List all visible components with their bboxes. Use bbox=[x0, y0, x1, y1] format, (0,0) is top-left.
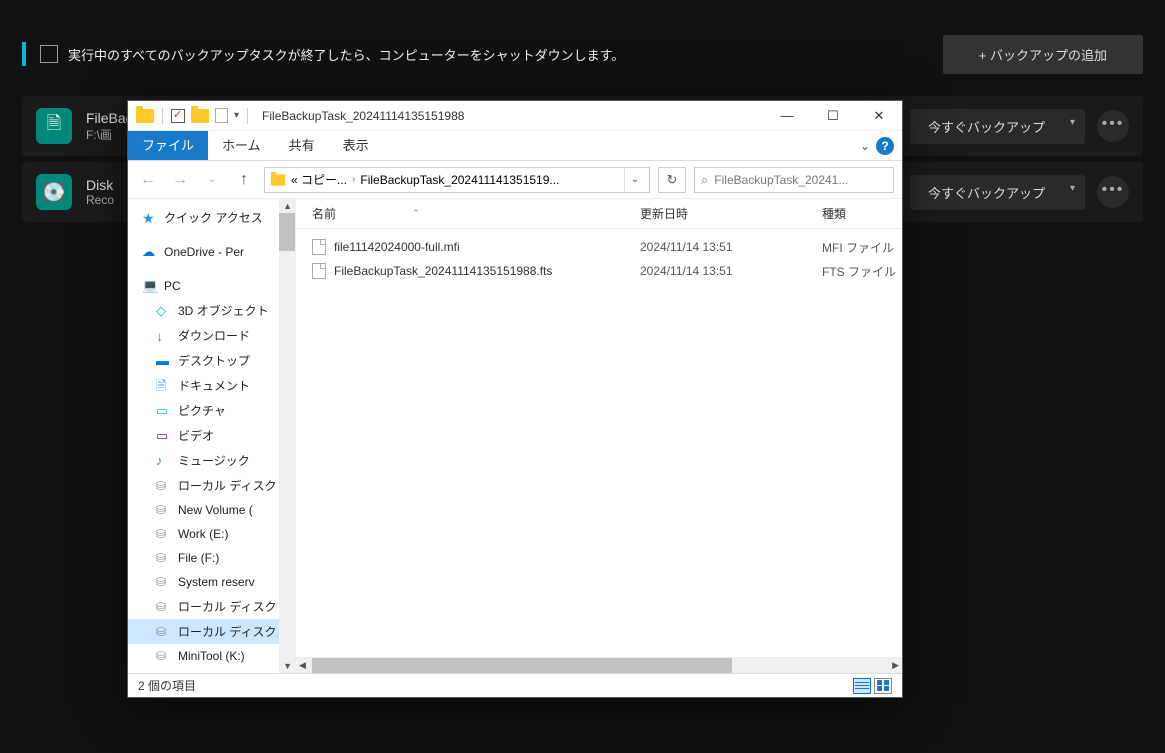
ribbon-tabs: ファイル ホーム 共有 表示 ⌄ ? bbox=[128, 131, 902, 161]
tab-file[interactable]: ファイル bbox=[128, 131, 208, 160]
sidebar-item-pictures[interactable]: ▭ピクチャ bbox=[128, 398, 295, 423]
file-list[interactable]: file11142024000-full.mfi 2024/11/14 13:5… bbox=[296, 229, 902, 657]
accent-bar bbox=[22, 42, 26, 66]
shutdown-label: 実行中のすべてのバックアップタスクが終了したら、コンピューターをシャットダウンし… bbox=[68, 45, 943, 64]
file-row[interactable]: FileBackupTask_20241114135151988.fts 202… bbox=[296, 259, 902, 283]
file-date: 2024/11/14 13:51 bbox=[640, 240, 822, 254]
sidebar-item-disk[interactable]: ⛁Work (E:) bbox=[128, 522, 295, 546]
sidebar-item-disk[interactable]: ⛁ローカル ディスク bbox=[128, 473, 295, 498]
scrollbar-thumb[interactable] bbox=[312, 658, 732, 673]
checkbox-qat-icon[interactable] bbox=[171, 109, 185, 123]
sidebar-item-disk[interactable]: ⛁MiniTool (K:) bbox=[128, 644, 295, 668]
backup-now-button[interactable]: 今すぐバックアップ bbox=[910, 175, 1085, 210]
backup-now-button[interactable]: 今すぐバックアップ bbox=[910, 109, 1085, 144]
file-icon bbox=[312, 239, 326, 255]
sort-indicator-icon: ⌃ bbox=[412, 208, 420, 219]
nav-recent-button[interactable]: ⌄ bbox=[200, 168, 224, 192]
file-icon bbox=[312, 263, 326, 279]
titlebar[interactable]: ▾ FileBackupTask_20241114135151988 — ☐ ✕ bbox=[128, 101, 902, 131]
view-details-button[interactable] bbox=[853, 678, 871, 694]
sidebar-item-documents[interactable]: 🗎ドキュメント bbox=[128, 373, 295, 398]
address-bar-row: ← → ⌄ ↑ « コピー... › FileBackupTask_202411… bbox=[128, 161, 902, 199]
tab-share[interactable]: 共有 bbox=[275, 131, 329, 160]
task-more-button[interactable]: ••• bbox=[1097, 176, 1129, 208]
file-row[interactable]: file11142024000-full.mfi 2024/11/14 13:5… bbox=[296, 235, 902, 259]
nav-up-button[interactable]: ↑ bbox=[232, 168, 256, 192]
window-title: FileBackupTask_20241114135151988 bbox=[258, 109, 764, 123]
status-item-count: 2 個の項目 bbox=[138, 677, 196, 694]
scroll-down-icon[interactable]: ▼ bbox=[283, 661, 292, 671]
add-backup-button[interactable]: + バックアップの追加 bbox=[943, 35, 1143, 74]
explorer-window: ▾ FileBackupTask_20241114135151988 — ☐ ✕… bbox=[127, 100, 903, 698]
sidebar-scrollbar[interactable]: ▲ ▼ bbox=[279, 199, 295, 673]
shutdown-checkbox[interactable] bbox=[40, 45, 58, 63]
sidebar-item-disk[interactable]: ⛁File (F:) bbox=[128, 546, 295, 570]
address-dropdown-icon[interactable]: ⌄ bbox=[624, 168, 645, 192]
separator bbox=[247, 108, 248, 124]
horizontal-scrollbar[interactable]: ◀ ▶ bbox=[296, 657, 902, 673]
sidebar-item-disk[interactable]: ⛁System reserv bbox=[128, 570, 295, 594]
column-header-type[interactable]: 種類 bbox=[822, 205, 902, 222]
task-icon: 💽 bbox=[36, 174, 72, 210]
view-icons-button[interactable] bbox=[874, 678, 892, 694]
nav-back-button[interactable]: ← bbox=[136, 168, 160, 192]
separator bbox=[162, 108, 163, 124]
file-date: 2024/11/14 13:51 bbox=[640, 264, 822, 278]
sidebar-item-quick-access[interactable]: ★クイック アクセス bbox=[128, 205, 295, 230]
sidebar-item-pc[interactable]: 💻PC bbox=[128, 274, 295, 298]
search-placeholder: FileBackupTask_20241... bbox=[714, 173, 848, 187]
maximize-button[interactable]: ☐ bbox=[810, 101, 856, 131]
folder-icon bbox=[136, 109, 154, 123]
file-name: FileBackupTask_20241114135151988.fts bbox=[334, 264, 552, 278]
task-more-button[interactable]: ••• bbox=[1097, 110, 1129, 142]
sidebar-item-desktop[interactable]: ▬デスクトップ bbox=[128, 348, 295, 373]
navigation-pane[interactable]: ★クイック アクセス ☁OneDrive - Per 💻PC ◇3D オブジェク… bbox=[128, 199, 296, 673]
folder-icon bbox=[271, 174, 285, 185]
backup-topbar: 実行中のすべてのバックアップタスクが終了したら、コンピューターをシャットダウンし… bbox=[0, 30, 1165, 78]
column-header-name[interactable]: 名前⌃ bbox=[312, 205, 640, 222]
search-input[interactable]: ⌕ FileBackupTask_20241... bbox=[694, 167, 894, 193]
column-headers: 名前⌃ 更新日時 種類 bbox=[296, 199, 902, 229]
sidebar-item-downloads[interactable]: ↓ダウンロード bbox=[128, 323, 295, 348]
refresh-button[interactable]: ↻ bbox=[658, 167, 686, 193]
status-bar: 2 個の項目 bbox=[128, 673, 902, 697]
sidebar-item-music[interactable]: ♪ミュージック bbox=[128, 448, 295, 473]
breadcrumb-segment[interactable]: FileBackupTask_202411141351519... bbox=[356, 173, 563, 187]
scroll-right-icon[interactable]: ▶ bbox=[892, 660, 899, 671]
search-icon: ⌕ bbox=[701, 172, 708, 188]
help-icon[interactable]: ? bbox=[876, 137, 894, 155]
file-name: file11142024000-full.mfi bbox=[334, 240, 460, 254]
sidebar-item-disk[interactable]: ⛁ローカル ディスク bbox=[128, 619, 295, 644]
close-button[interactable]: ✕ bbox=[856, 101, 902, 131]
sidebar-item-onedrive[interactable]: ☁OneDrive - Per bbox=[128, 240, 295, 264]
breadcrumb-segment[interactable]: « コピー... bbox=[287, 171, 351, 188]
column-header-date[interactable]: 更新日時 bbox=[640, 205, 822, 222]
sidebar-item-disk[interactable]: ⛁ローカル ディスク bbox=[128, 594, 295, 619]
file-type: FTS ファイル bbox=[822, 263, 902, 280]
task-icon: 🗎 bbox=[36, 108, 72, 144]
minimize-button[interactable]: — bbox=[764, 101, 810, 131]
file-qat-icon[interactable] bbox=[215, 108, 228, 123]
sidebar-item-3d[interactable]: ◇3D オブジェクト bbox=[128, 298, 295, 323]
tab-home[interactable]: ホーム bbox=[208, 131, 275, 160]
sidebar-item-videos[interactable]: ▭ビデオ bbox=[128, 423, 295, 448]
address-bar[interactable]: « コピー... › FileBackupTask_20241114135151… bbox=[264, 167, 650, 193]
tab-view[interactable]: 表示 bbox=[329, 131, 383, 160]
nav-forward-button[interactable]: → bbox=[168, 168, 192, 192]
folder-icon bbox=[191, 109, 209, 123]
ribbon-collapse-icon[interactable]: ⌄ bbox=[854, 139, 876, 153]
scrollbar-thumb[interactable] bbox=[279, 213, 295, 251]
scroll-up-icon[interactable]: ▲ bbox=[283, 201, 292, 211]
scroll-left-icon[interactable]: ◀ bbox=[299, 660, 306, 671]
file-type: MFI ファイル bbox=[822, 239, 902, 256]
sidebar-item-disk[interactable]: ⛁New Volume ( bbox=[128, 498, 295, 522]
file-list-pane: 名前⌃ 更新日時 種類 file11142024000-full.mfi 202… bbox=[296, 199, 902, 673]
